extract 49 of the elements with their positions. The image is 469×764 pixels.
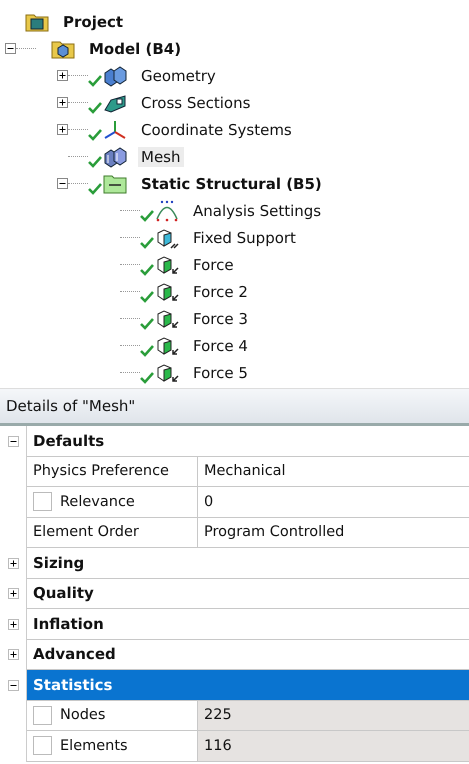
tree-item[interactable]: Model (B4)	[86, 38, 184, 58]
expander-icon[interactable]	[8, 618, 18, 630]
property-value: 0	[198, 487, 469, 518]
tree-item[interactable]: Coordinate Systems	[138, 120, 295, 140]
expander-icon[interactable]	[8, 558, 18, 569]
tree-item[interactable]: Project	[60, 12, 126, 32]
property-label: Elements	[60, 738, 128, 754]
property-value: Mechanical	[198, 456, 469, 487]
expander-icon[interactable]	[8, 649, 18, 660]
tree-item[interactable]: Analysis Settings	[190, 200, 324, 220]
property-label: Element Order	[33, 524, 139, 540]
tree-item[interactable]: Force 3	[190, 308, 251, 328]
mesh-cubes-icon	[102, 146, 128, 168]
section-header[interactable]: Sizing	[27, 548, 469, 578]
section-header[interactable]: Inflation	[27, 609, 469, 640]
folder-icon	[102, 172, 128, 194]
panel-title: Details of "Mesh"	[0, 389, 469, 426]
tree-item[interactable]: Cross Sections	[138, 92, 254, 112]
property-value: 116	[198, 731, 469, 762]
axes-icon	[102, 118, 128, 140]
expander-icon[interactable]	[57, 124, 68, 135]
expander-icon[interactable]	[57, 70, 68, 81]
tree-item[interactable]: Fixed Support	[190, 228, 299, 248]
tree-item[interactable]: Force	[190, 254, 237, 274]
expander-icon[interactable]	[8, 680, 18, 691]
tree-item[interactable]: Force 4	[190, 336, 251, 356]
expander-icon[interactable]	[57, 178, 68, 189]
tree-item[interactable]: Geometry	[138, 66, 219, 86]
property-label: Nodes	[60, 707, 106, 724]
expander-icon[interactable]	[5, 43, 16, 54]
checkbox[interactable]	[33, 492, 52, 512]
checkbox[interactable]	[33, 736, 52, 756]
expander-icon[interactable]	[8, 588, 18, 600]
section-header[interactable]: Quality	[27, 578, 469, 609]
cubes-icon	[102, 64, 128, 86]
tree-item[interactable]: Mesh	[138, 146, 184, 166]
curve-icon	[154, 200, 180, 222]
tree-item[interactable]: Static Structural (B5)	[138, 174, 325, 194]
section-header[interactable]: Defaults	[27, 426, 469, 456]
property-label: Physics Preference	[33, 463, 169, 480]
property-value: Program Controlled	[198, 518, 469, 548]
section-header[interactable]: Statistics	[27, 670, 469, 700]
checkbox[interactable]	[33, 706, 52, 725]
tree-item[interactable]: Force 2	[190, 282, 251, 302]
expander-icon[interactable]	[8, 436, 18, 447]
tree-item[interactable]: Force 5	[190, 362, 251, 382]
property-label: Relevance	[60, 494, 135, 510]
property-value: 225	[198, 700, 469, 731]
expander-icon[interactable]	[57, 97, 68, 108]
